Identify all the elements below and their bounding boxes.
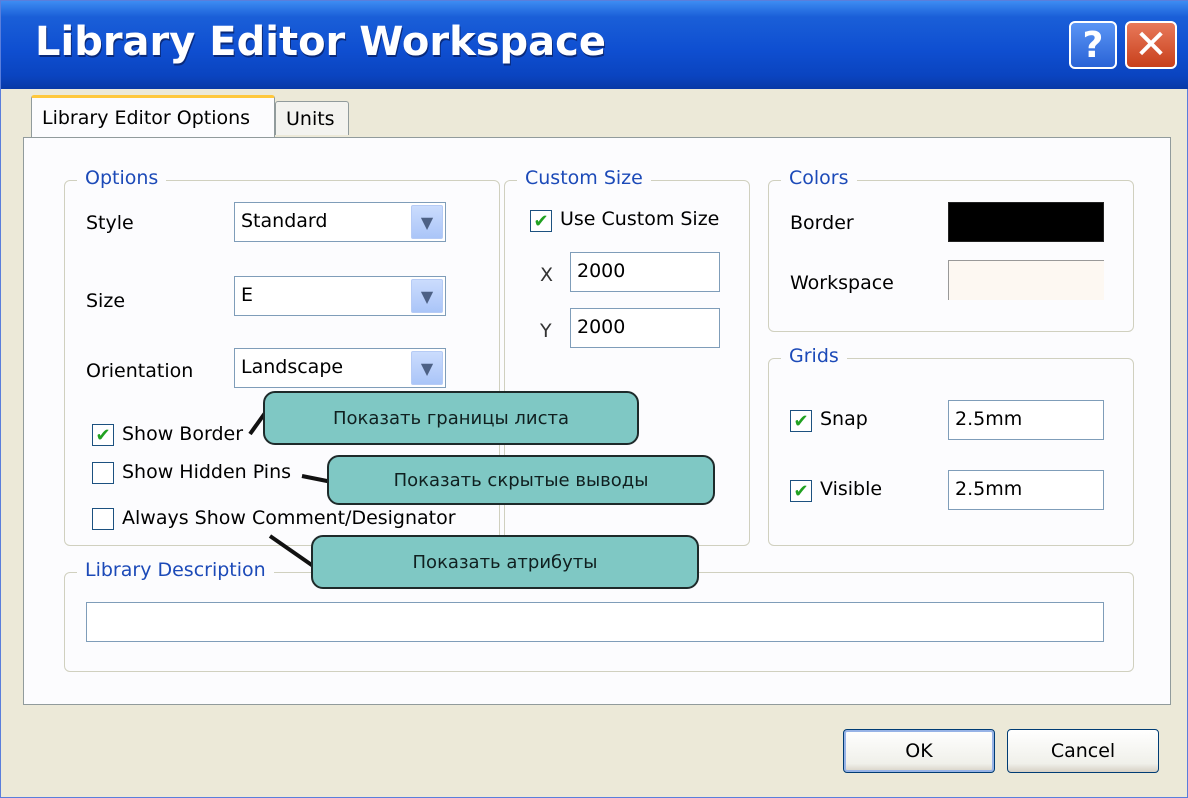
- custom-width-input[interactable]: 2000: [570, 252, 720, 292]
- visible-checkbox[interactable]: ✔: [790, 480, 812, 502]
- workspace-color-swatch[interactable]: [948, 260, 1104, 300]
- use-custom-size-label[interactable]: Use Custom Size: [560, 208, 719, 230]
- use-custom-size-checkbox[interactable]: ✔: [530, 210, 552, 232]
- y-label: Y: [540, 320, 552, 342]
- x-label: X: [540, 264, 554, 286]
- dialog-window: Library Editor Workspace ? ✕ Library Edi…: [0, 0, 1188, 798]
- window-title: Library Editor Workspace: [35, 19, 606, 65]
- size-select[interactable]: E ▼: [234, 276, 446, 316]
- custom-width-value: 2000: [577, 260, 626, 282]
- style-label: Style: [86, 212, 134, 234]
- custom-height-value: 2000: [577, 316, 626, 338]
- always-show-comment-checkbox[interactable]: [92, 508, 114, 530]
- library-description-title: Library Description: [77, 559, 274, 581]
- custom-size-group-title: Custom Size: [517, 167, 651, 189]
- cancel-button[interactable]: Cancel: [1007, 729, 1159, 773]
- grids-group: Grids: [768, 345, 1134, 546]
- orientation-label: Orientation: [86, 360, 194, 382]
- library-description-input[interactable]: [86, 602, 1104, 642]
- callout-show-border: Показать границы листа: [263, 391, 639, 445]
- size-value: E: [241, 284, 254, 306]
- style-value: Standard: [241, 210, 328, 232]
- visible-label[interactable]: Visible: [820, 478, 882, 500]
- tab-library-editor-options[interactable]: Library Editor Options: [31, 95, 275, 137]
- ok-button[interactable]: OK: [843, 729, 995, 773]
- chevron-down-icon[interactable]: ▼: [411, 351, 443, 385]
- close-button[interactable]: ✕: [1125, 21, 1177, 69]
- show-border-label[interactable]: Show Border: [122, 423, 243, 445]
- show-hidden-pins-checkbox[interactable]: [92, 462, 114, 484]
- colors-group-title: Colors: [781, 167, 857, 189]
- visible-grid-value: 2.5mm: [955, 478, 1023, 500]
- snap-grid-input[interactable]: 2.5mm: [948, 400, 1104, 440]
- show-hidden-pins-label[interactable]: Show Hidden Pins: [122, 461, 291, 483]
- chevron-down-icon[interactable]: ▼: [411, 279, 443, 313]
- options-group-title: Options: [77, 167, 167, 189]
- orientation-value: Landscape: [241, 356, 344, 378]
- size-label: Size: [86, 290, 126, 312]
- callout-attributes: Показать атрибуты: [311, 535, 699, 589]
- snap-label[interactable]: Snap: [820, 408, 868, 430]
- title-bar[interactable]: Library Editor Workspace ? ✕: [1, 1, 1188, 89]
- snap-checkbox[interactable]: ✔: [790, 410, 812, 432]
- custom-height-input[interactable]: 2000: [570, 308, 720, 348]
- show-border-checkbox[interactable]: ✔: [92, 424, 114, 446]
- grids-group-title: Grids: [781, 345, 847, 367]
- style-select[interactable]: Standard ▼: [234, 202, 446, 242]
- chevron-down-icon[interactable]: ▼: [411, 205, 443, 239]
- orientation-select[interactable]: Landscape ▼: [234, 348, 446, 388]
- callout-hidden-pins: Показать скрытые выводы: [327, 455, 715, 505]
- workspace-color-label: Workspace: [790, 272, 894, 294]
- border-color-label: Border: [790, 212, 854, 234]
- tab-units[interactable]: Units: [275, 101, 349, 135]
- help-button[interactable]: ?: [1069, 21, 1117, 69]
- always-show-comment-label[interactable]: Always Show Comment/Designator: [122, 507, 456, 529]
- border-color-swatch[interactable]: [948, 202, 1104, 242]
- visible-grid-input[interactable]: 2.5mm: [948, 470, 1104, 510]
- snap-grid-value: 2.5mm: [955, 408, 1023, 430]
